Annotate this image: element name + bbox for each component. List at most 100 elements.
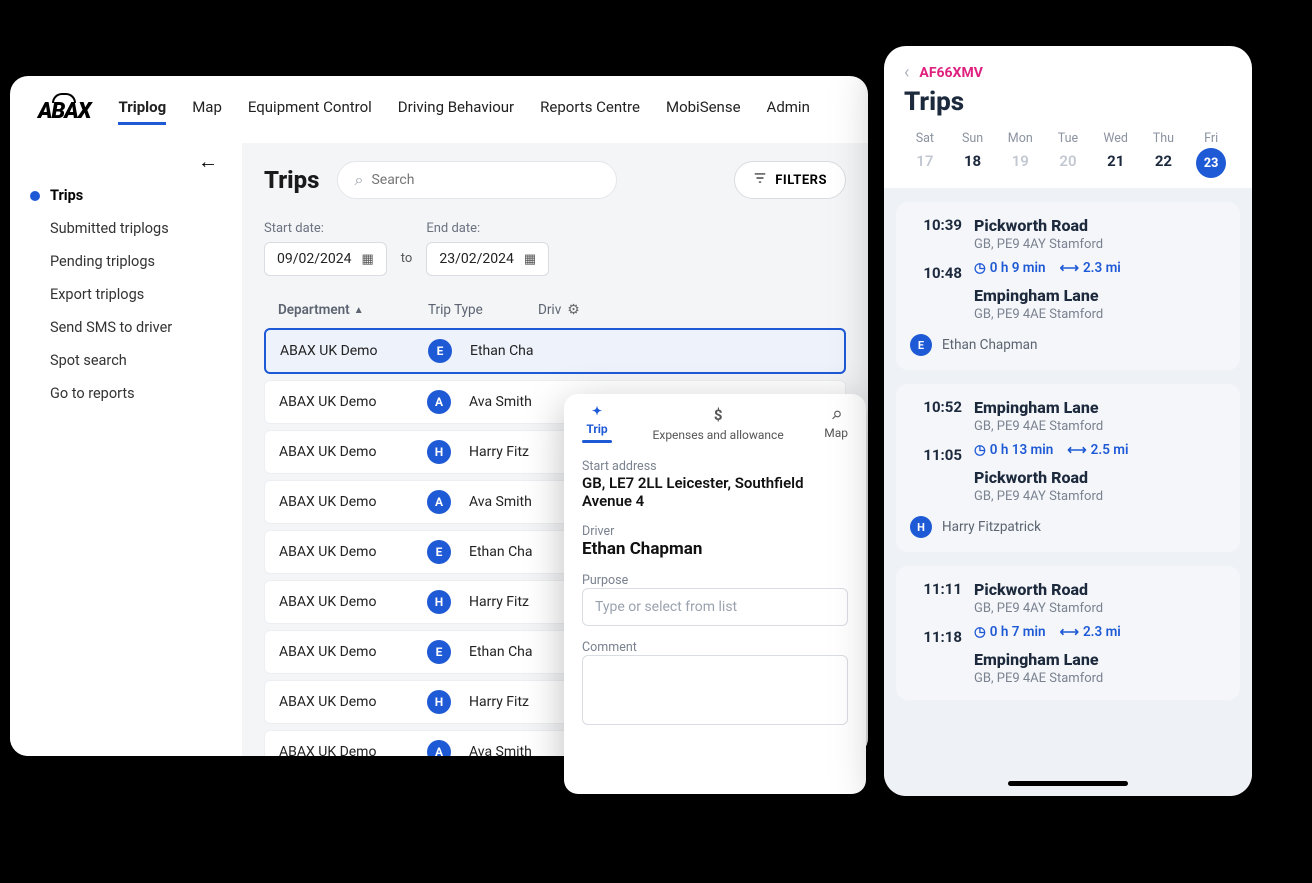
day-thu[interactable]: Thu22 — [1143, 131, 1185, 178]
mobile-panel: ‹ AF66XMV Trips Sat17Sun18Mon19Tue20Wed2… — [884, 46, 1252, 796]
sidebar-item-go-to-reports[interactable]: Go to reports — [30, 385, 222, 402]
mobile-title: Trips — [904, 87, 1232, 117]
cell-trip-type: H — [409, 690, 469, 714]
start-address-label: Start address — [582, 459, 848, 474]
start-place: Pickworth Road — [974, 216, 1226, 235]
purpose-input[interactable]: Type or select from list — [582, 588, 848, 626]
sidebar-item-send-sms-to-driver[interactable]: Send SMS to driver — [30, 319, 222, 336]
end-place: Empingham Lane — [974, 286, 1226, 305]
dollar-icon — [714, 406, 723, 424]
col-department[interactable]: Department▲ — [278, 302, 428, 318]
col-driver[interactable]: Driv ⚙ — [538, 302, 580, 318]
search-input[interactable] — [371, 172, 600, 188]
tab-map[interactable]: Map — [824, 408, 848, 440]
detail-tabs: Trip Expenses and allowance Map — [564, 394, 866, 443]
nav-mobisense[interactable]: MobiSense — [666, 98, 741, 125]
route-icon — [592, 404, 602, 418]
cell-trip-type: E — [409, 640, 469, 664]
cell-dept: ABAX UK Demo — [279, 444, 409, 460]
day-tue[interactable]: Tue20 — [1047, 131, 1089, 178]
brand-logo: ABAX — [38, 99, 90, 124]
card-stats: 0 h 9 min2.3 mi — [974, 260, 1226, 276]
nav-admin[interactable]: Admin — [767, 98, 810, 125]
end-place: Pickworth Road — [974, 468, 1226, 487]
end-date-value: 23/02/2024 — [439, 251, 514, 267]
end-date-input[interactable]: 23/02/2024 — [426, 242, 549, 276]
start-sub: GB, PE9 4AE Stamford — [974, 419, 1226, 434]
start-sub: GB, PE9 4AY Stamford — [974, 601, 1226, 616]
sidebar-item-spot-search[interactable]: Spot search — [30, 352, 222, 369]
end-sub: GB, PE9 4AY Stamford — [974, 489, 1226, 504]
tab-trip[interactable]: Trip — [582, 404, 612, 443]
start-place: Pickworth Road — [974, 580, 1226, 599]
end-date-label: End date: — [426, 221, 549, 236]
col-trip-type[interactable]: Trip Type — [428, 302, 538, 318]
card-times: 10:5211:05 — [910, 398, 962, 504]
nav-driving-behaviour[interactable]: Driving Behaviour — [398, 98, 514, 125]
calendar-icon — [362, 251, 374, 267]
card-driver: EEthan Chapman — [910, 334, 1226, 356]
cell-trip-type: A — [409, 490, 469, 514]
distance-icon — [1060, 624, 1079, 640]
trip-card[interactable]: 10:3910:48Pickworth RoadGB, PE9 4AY Stam… — [896, 202, 1240, 370]
card-driver: HHarry Fitzpatrick — [910, 516, 1226, 538]
filters-button[interactable]: FILTERS — [734, 161, 846, 199]
trip-card[interactable]: 11:1111:18 Pickworth Road GB, PE9 4AY Stam… — [896, 566, 1240, 700]
end-place: Empingham Lane — [974, 650, 1226, 669]
gear-icon[interactable]: ⚙ — [567, 302, 580, 318]
sidebar-collapse-icon[interactable]: ← — [198, 149, 218, 174]
nav-triplog[interactable]: Triplog — [118, 98, 166, 125]
top-nav: ABAX Triplog Map Equipment Control Driving … — [10, 76, 868, 143]
day-wed[interactable]: Wed21 — [1095, 131, 1137, 178]
sidebar-item-submitted-triplogs[interactable]: Submitted triplogs — [30, 220, 222, 237]
card-times: 11:1111:18 — [910, 580, 962, 686]
distance-icon — [1067, 442, 1086, 458]
cell-trip-type: A — [409, 740, 469, 756]
vehicle-plate: AF66XMV — [919, 65, 982, 81]
nav-equipment-control[interactable]: Equipment Control — [248, 98, 372, 125]
comment-input[interactable] — [582, 655, 848, 725]
cell-dept: ABAX UK Demo — [279, 394, 409, 410]
search-input-wrap[interactable] — [337, 161, 617, 199]
end-sub: GB, PE9 4AE Stamford — [974, 307, 1226, 322]
table-row[interactable]: ABAX UK DemoEEthan Cha — [264, 328, 846, 374]
clock-icon — [974, 260, 986, 276]
sort-asc-icon: ▲ — [354, 305, 364, 316]
cell-trip-type: E — [410, 339, 470, 363]
sidebar-item-pending-triplogs[interactable]: Pending triplogs — [30, 253, 222, 270]
driver-value: Ethan Chapman — [582, 539, 848, 559]
sidebar-item-trips[interactable]: Trips — [30, 187, 222, 204]
nav-map[interactable]: Map — [192, 98, 222, 125]
page-title: Trips — [264, 166, 319, 194]
start-address-value: GB, LE7 2LL Leicester, Southfield Avenue… — [582, 474, 848, 510]
day-sun[interactable]: Sun18 — [952, 131, 994, 178]
card-stats: 0 h 13 min2.5 mi — [974, 442, 1226, 458]
start-date-value: 09/02/2024 — [277, 251, 352, 267]
cell-dept: ABAX UK Demo — [279, 694, 409, 710]
trip-card[interactable]: 10:5211:05Empingham LaneGB, PE9 4AE Stam… — [896, 384, 1240, 552]
sidebar-item-export-triplogs[interactable]: Export triplogs — [30, 286, 222, 303]
comment-label: Comment — [582, 640, 848, 655]
cell-dept: ABAX UK Demo — [279, 744, 409, 756]
card-times: 10:3910:48 — [910, 216, 962, 322]
cell-dept: ABAX UK Demo — [280, 343, 410, 359]
driver-label: Driver — [582, 524, 848, 539]
tab-expenses[interactable]: Expenses and allowance — [653, 406, 784, 442]
nav-items: Triplog Map Equipment Control Driving Behav… — [118, 98, 809, 125]
cell-driver: Ethan Cha — [470, 343, 830, 359]
day-mon[interactable]: Mon19 — [999, 131, 1041, 178]
date-range: Start date: 09/02/2024 to End date: 23/0… — [264, 221, 846, 276]
filters-label: FILTERS — [775, 173, 827, 188]
clock-icon — [974, 442, 986, 458]
start-date-input[interactable]: 09/02/2024 — [264, 242, 387, 276]
back-icon[interactable]: ‹ — [904, 62, 909, 83]
sidebar: ← Trips Submitted triplogs Pending triplog… — [10, 143, 242, 756]
day-sat[interactable]: Sat17 — [904, 131, 946, 178]
nav-reports-centre[interactable]: Reports Centre — [540, 98, 640, 125]
day-fri[interactable]: Fri2323 — [1190, 131, 1232, 178]
cell-trip-type: H — [409, 440, 469, 464]
cell-dept: ABAX UK Demo — [279, 494, 409, 510]
cell-trip-type: A — [409, 390, 469, 414]
cell-dept: ABAX UK Demo — [279, 594, 409, 610]
cell-trip-type: H — [409, 590, 469, 614]
